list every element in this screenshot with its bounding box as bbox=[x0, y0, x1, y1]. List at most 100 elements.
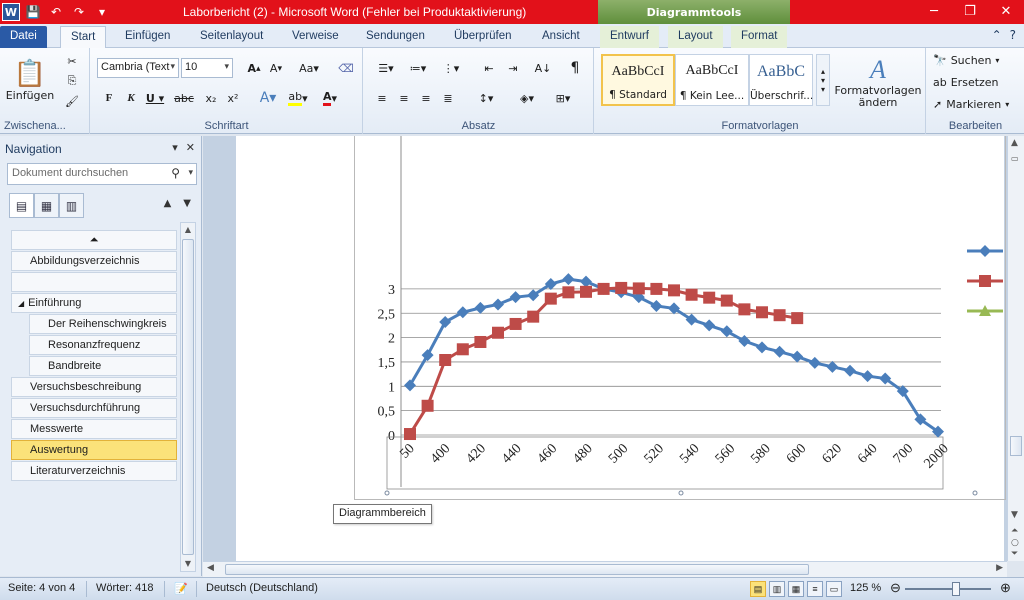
close-icon[interactable]: ✕ bbox=[186, 141, 195, 154]
pane-options-icon[interactable]: ▾ bbox=[172, 141, 178, 154]
zoom-level[interactable]: 125 % bbox=[850, 582, 881, 594]
heading-bandbreite[interactable]: Bandbreite bbox=[29, 356, 177, 376]
clear-formatting-icon[interactable]: ⌫ bbox=[335, 58, 357, 78]
superscript-icon[interactable]: x² bbox=[223, 88, 243, 108]
heading-auswertung[interactable]: Auswertung bbox=[11, 440, 177, 460]
select-button[interactable]: ➚ Markieren ▾ bbox=[933, 98, 1009, 111]
results-view-icon[interactable]: ▥ bbox=[59, 193, 84, 218]
close-icon[interactable]: ✕ bbox=[988, 0, 1024, 22]
sort-icon[interactable]: A↓ bbox=[532, 58, 554, 78]
spellcheck-icon[interactable]: 📝 bbox=[174, 582, 188, 595]
redo-icon[interactable]: ↷ bbox=[69, 2, 89, 22]
scroll-left-icon[interactable]: ◀ bbox=[207, 563, 214, 573]
web-layout-icon[interactable]: ▦ bbox=[788, 581, 804, 597]
chevron-up-icon[interactable]: ⌃ bbox=[992, 28, 1002, 42]
heading-reihenschwingkreis[interactable]: Der Reihenschwingkreis bbox=[29, 314, 177, 334]
scroll-up-icon[interactable]: ▲ bbox=[1011, 138, 1018, 148]
print-layout-icon[interactable]: ▤ bbox=[750, 581, 766, 597]
tab-mailings[interactable]: Sendungen bbox=[356, 26, 435, 48]
tab-insert[interactable]: Einfügen bbox=[115, 26, 180, 48]
chart-area[interactable]: 0 0,5 1 1,5 2 2,5 3 50 400 420 440 460 480 500 520 540 5… bbox=[354, 136, 1006, 500]
tab-design[interactable]: Entwurf bbox=[600, 26, 659, 48]
style-heading[interactable]: AaBbC Überschrif... bbox=[749, 54, 813, 106]
chevron-down-icon[interactable]: ▾ bbox=[188, 167, 193, 178]
change-styles-button[interactable]: A Formatvorlagen ändern bbox=[834, 52, 921, 112]
chart-svg[interactable]: 0 0,5 1 1,5 2 2,5 3 50 400 420 440 460 480 500 520 540 5… bbox=[355, 136, 1007, 500]
heading-messwerte[interactable]: Messwerte bbox=[11, 419, 177, 439]
vertical-scrollbar[interactable]: ▲ ▭ ▼ ⏶ ○ ⏷ bbox=[1007, 136, 1024, 561]
font-family-combo[interactable]: Cambria (Text bbox=[97, 58, 179, 78]
shading-icon[interactable]: ◈▾ bbox=[512, 88, 542, 108]
line-spacing-icon[interactable]: ↕▾ bbox=[472, 88, 500, 108]
search-icon[interactable]: ⚲ bbox=[171, 166, 180, 180]
format-painter-icon[interactable]: 🖌 bbox=[62, 92, 82, 110]
pilcrow-icon[interactable]: ¶ bbox=[564, 58, 586, 78]
font-color-icon[interactable]: A ▾ bbox=[317, 88, 343, 108]
heading-empty[interactable] bbox=[11, 272, 177, 292]
tab-review[interactable]: Überprüfen bbox=[444, 26, 522, 48]
zoom-out-icon[interactable]: ⊖ bbox=[890, 580, 901, 596]
multilevel-list-icon[interactable]: ⋮▾ bbox=[436, 58, 466, 78]
heading-abbildungsverzeichnis[interactable]: Abbildungsverzeichnis bbox=[11, 251, 177, 271]
undo-icon[interactable]: ↶ bbox=[46, 2, 66, 22]
strikethrough-icon[interactable]: abc bbox=[171, 88, 197, 108]
align-center-icon[interactable]: ≡ bbox=[394, 88, 414, 108]
full-screen-reading-icon[interactable]: ▥ bbox=[769, 581, 785, 597]
tab-start[interactable]: Start bbox=[60, 26, 107, 48]
justify-icon[interactable]: ≣ bbox=[438, 88, 458, 108]
decrease-indent-icon[interactable]: ⇤ bbox=[478, 58, 500, 78]
next-page-icon[interactable]: ⏷ bbox=[1011, 549, 1018, 559]
align-left-icon[interactable]: ≡ bbox=[372, 88, 392, 108]
page-count[interactable]: Seite: 4 von 4 bbox=[8, 582, 75, 594]
heading-versuchsdurchfuehrung[interactable]: Versuchsdurchführung bbox=[11, 398, 177, 418]
draft-icon[interactable]: ▭ bbox=[826, 581, 842, 597]
bold-icon[interactable]: F bbox=[99, 88, 119, 108]
cut-icon[interactable]: ✂ bbox=[62, 52, 82, 70]
font-size-combo[interactable]: 10 bbox=[181, 58, 233, 78]
pages-view-icon[interactable]: ▦ bbox=[34, 193, 59, 218]
zoom-slider-track[interactable] bbox=[905, 588, 991, 590]
tab-view[interactable]: Ansicht bbox=[532, 26, 590, 48]
align-right-icon[interactable]: ≡ bbox=[416, 88, 436, 108]
tab-page-layout[interactable]: Seitenlayout bbox=[190, 26, 273, 48]
scroll-up-icon[interactable]: ▲ bbox=[181, 223, 195, 237]
scroll-down-icon[interactable]: ▼ bbox=[1011, 510, 1018, 520]
tab-references[interactable]: Verweise bbox=[282, 26, 349, 48]
word-count[interactable]: Wörter: 418 bbox=[96, 582, 153, 594]
change-case-icon[interactable]: Aa▾ bbox=[295, 58, 323, 78]
replace-button[interactable]: ab Ersetzen bbox=[933, 76, 999, 89]
horizontal-scrollbar[interactable]: ◀ ▶ bbox=[203, 561, 1007, 577]
tab-file[interactable]: Datei bbox=[0, 26, 47, 48]
scroll-thumb[interactable] bbox=[182, 239, 194, 555]
tab-layout[interactable]: Layout bbox=[668, 26, 723, 48]
zoom-slider-knob[interactable] bbox=[952, 582, 960, 596]
save-icon[interactable]: 💾 bbox=[23, 2, 43, 22]
navigation-scrollbar[interactable]: ▲ ▼ bbox=[180, 222, 196, 572]
borders-icon[interactable]: ⊞▾ bbox=[548, 88, 578, 108]
restore-icon[interactable]: ❐ bbox=[952, 0, 988, 22]
highlight-icon[interactable]: ab ▾ bbox=[285, 88, 311, 108]
scroll-thumb[interactable] bbox=[225, 564, 809, 575]
zoom-in-icon[interactable]: ⊕ bbox=[1000, 580, 1011, 596]
heading-versuchsbeschreibung[interactable]: Versuchsbeschreibung bbox=[11, 377, 177, 397]
style-no-spacing[interactable]: AaBbCcI ¶ Kein Lee... bbox=[675, 54, 749, 106]
scroll-thumb[interactable] bbox=[1010, 436, 1022, 456]
subscript-icon[interactable]: x₂ bbox=[201, 88, 221, 108]
find-button[interactable]: 🔭 Suchen ▾ bbox=[933, 54, 999, 67]
heading-resonanzfrequenz[interactable]: Resonanzfrequenz bbox=[29, 335, 177, 355]
underline-icon[interactable]: U ▾ bbox=[143, 88, 167, 108]
heading-literaturverzeichnis[interactable]: Literaturverzeichnis bbox=[11, 461, 177, 481]
paste-button[interactable]: 📋 Einfügen bbox=[6, 52, 55, 108]
next-heading-icon[interactable]: ▼ bbox=[183, 198, 191, 209]
word-logo-icon[interactable]: W bbox=[2, 3, 20, 21]
style-standard[interactable]: AaBbCcI ¶ Standard bbox=[601, 54, 675, 106]
previous-heading-icon[interactable]: ▲ bbox=[164, 198, 172, 209]
help-icon[interactable]: ? bbox=[1010, 28, 1016, 42]
tab-format[interactable]: Format bbox=[731, 26, 788, 48]
previous-page-icon[interactable]: ⏶ bbox=[1011, 526, 1018, 536]
language[interactable]: Deutsch (Deutschland) bbox=[206, 582, 318, 594]
headings-view-icon[interactable]: ▤ bbox=[9, 193, 34, 218]
outline-icon[interactable]: ≡ bbox=[807, 581, 823, 597]
increase-indent-icon[interactable]: ⇥ bbox=[502, 58, 524, 78]
customize-qat-icon[interactable]: ▾ bbox=[92, 2, 112, 22]
